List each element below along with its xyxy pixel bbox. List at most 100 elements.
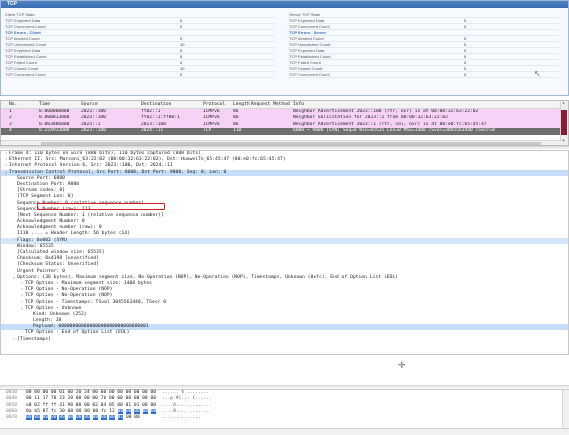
stats-label: TCP Concurrent Count [289,72,330,77]
bytes-pane-scrollbar[interactable] [562,390,569,428]
tree-node-label: TCP Option - Unknown [25,305,82,311]
hex-byte[interactable]: 01 [117,415,124,421]
hex-byte[interactable]: 00 [26,415,32,421]
tree-node-label: TCP Option - No-Operation (NOP) [25,293,113,299]
packet-list-header: No. Time Source Destination Protocol Len… [1,101,568,109]
hex-byte[interactable]: 00 [68,409,74,414]
column-header-destination[interactable]: Destination [141,101,203,109]
pane-splitter-bottom[interactable] [0,385,569,388]
hex-ascii[interactable]: .............. [162,415,201,421]
hex-byte[interactable]: fc [51,409,57,414]
client-stats-column: Client TCP State TCP Expected Data 0 TCP Co… [5,12,275,78]
tcp-stats-panel: TCP Client TCP State TCP Expected Data 0 TC… [0,0,569,96]
column-header-no[interactable]: No. [9,101,31,109]
packet-list-hscroll-thumb[interactable] [41,142,541,145]
stats-label: TCP Unmatched Count [289,42,331,47]
scroll-up-icon[interactable]: ▴ [562,101,565,106]
hex-byte[interactable]: 0a [26,409,32,414]
hex-byte[interactable]: 00 [142,408,149,414]
hex-byte[interactable]: 12 [109,409,115,414]
tree-node-label: Options: (36 bytes), Maximum segment siz… [17,274,398,280]
column-header-source[interactable]: Source [81,101,141,109]
stats-label: TCP Expected Data [5,18,41,23]
packet-list-vertical-scrollbar[interactable]: ▴ ▾ [560,101,568,145]
tcp-stats-title: TCP [1,1,568,8]
hex-byte[interactable]: 00 [150,408,157,414]
hex-byte[interactable]: 00 [100,415,107,421]
tree-node-label: Acknowledgment number (raw): 0 [17,225,102,231]
packet-row[interactable]: 4 0.224913000 2023::100 2024::11 TCP 110 6000 … [1,128,568,135]
hex-offset: 0070 [6,415,18,421]
hex-byte[interactable]: 00 [67,415,74,421]
stats-label: TCP Expected Data [289,48,325,53]
packet-cell-source: 2023::100 [81,128,106,134]
stats-label: TCP Failed Count [5,60,37,65]
stats-label: TCP Concurrent Count [5,24,46,29]
column-header-request-method[interactable]: Request Method [251,101,291,109]
hex-byte[interactable]: fc [101,409,107,414]
packet-bytes-pane[interactable]: 0030 00 00 00 00 01 00 20 24 00 00 00 00 … [0,389,569,428]
hex-byte[interactable]: 00 [93,409,99,414]
tree-node-label: Payload: 0000000000000000000000000000000… [33,324,149,330]
tree-node[interactable]: › [Timestamps] [1,337,568,343]
tree-node-label: Acknowledgment Number: 0 [17,219,85,225]
tree-node-label: Urgent Pointer: 0 [17,268,65,274]
hex-byte[interactable]: 00 [126,415,132,420]
hex-byte[interactable]: 00 [134,415,140,420]
tree-node-label: TCP Option - No-Operation (NOP) [25,287,113,293]
packet-cell-time: 0.224913000 [39,128,70,134]
tree-node-label: Destination Port: 9000 [17,181,80,187]
hex-byte[interactable]: 00 [134,408,140,414]
packet-cell-protocol: TCP [203,128,212,134]
stats-label: TCP Expected Data [289,18,325,23]
hex-byte[interactable]: 00 [117,408,124,414]
tree-node-label: [Checksum Status: Unverified] [17,262,99,268]
tree-node-label: TCP Option - Timestamps: TSval 304556344… [25,299,167,305]
hex-byte[interactable]: 00 [34,415,40,421]
column-header-length[interactable]: Length [233,101,251,109]
packet-list-horizontal-scrollbar[interactable] [1,140,562,145]
scroll-down-icon[interactable]: ▾ [562,139,565,144]
tree-node-label: [Stream index: 0] [17,188,65,194]
hex-byte[interactable]: 00 [50,415,57,421]
hex-byte[interactable]: 87 [43,409,49,414]
stats-row: TCP Concurrent Count 0 [5,72,275,78]
stats-label: TCP Expected Data [5,48,41,53]
pane-splitter[interactable] [0,146,569,149]
hex-byte[interactable]: 00 [109,415,115,421]
tree-node-label: 1110 .... = Header Length: 56 bytes (14) [17,231,130,237]
stats-value: 0 [464,72,467,77]
packet-details-tree[interactable]: › Frame 4: 110 bytes on wire (880 bits), … [0,150,569,355]
tree-node-label: [Timestamps] [17,336,51,342]
payload-highlight-box [37,203,165,210]
packet-list[interactable]: No. Time Source Destination Protocol Len… [0,100,569,146]
hex-byte[interactable]: 00 [42,415,49,421]
column-header-info[interactable]: Info [293,101,555,109]
hex-byte[interactable]: b5 [34,409,40,414]
packet-details-rows: › Frame 4: 110 bytes on wire (880 bits), … [1,151,568,343]
hex-bytes[interactable]: 00 00 00 00 00 00 00 00 00 00 00 01 00 0… [26,415,151,421]
hex-byte[interactable]: 30 [59,409,65,414]
hex-byte[interactable]: 00 [59,415,65,421]
stats-label: TCP Closed Count [289,66,323,71]
hex-byte[interactable]: 00 [92,415,99,421]
stats-label: TCP Errors - Server [289,30,327,35]
hex-byte[interactable]: 00 [84,415,90,421]
hex-byte[interactable]: 00 [76,409,82,414]
column-header-time[interactable]: Time [39,101,79,109]
column-header-protocol[interactable]: Protocol [203,101,231,109]
packet-rows: 1 0.000000000 2023::100 ff02::1 ICMPv6 86 Neig… [1,109,568,135]
stats-label: TCP Established Count [289,54,331,59]
tree-node-label: [TCP Segment Len: 0] [17,194,74,200]
packet-list-scroll-thumb[interactable] [561,110,567,135]
hex-byte[interactable]: 00 [84,409,90,414]
hex-byte[interactable]: 00 [75,415,82,421]
tree-node-label: Internet Protocol Version 6, Src: 2023::… [9,163,173,169]
tree-node-label: Kind: Unknown (252) [33,311,87,317]
server-stats-column: Server TCP State TCP Expected Data 0 TCP Co… [289,12,559,78]
hex-byte[interactable]: 00 [125,408,132,414]
status-bar [0,428,569,435]
stats-label: Server TCP State [289,12,321,17]
hex-row[interactable]: 0070 00 00 00 00 00 00 00 00 00 00 00 01 … [0,415,569,421]
tree-node-label: Window: 65535 [17,243,54,249]
